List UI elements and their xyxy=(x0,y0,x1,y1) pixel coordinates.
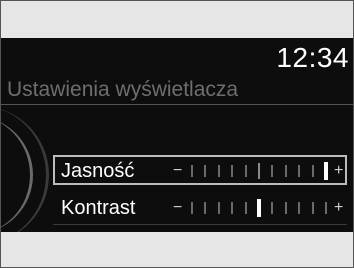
title-divider xyxy=(1,104,353,105)
slider-tick xyxy=(191,165,193,177)
slider-tick xyxy=(284,202,287,214)
decrease-button[interactable]: − xyxy=(173,159,182,183)
slider-tick xyxy=(311,165,314,177)
slider-tick xyxy=(217,165,220,177)
slider-tick xyxy=(284,165,287,177)
clock: 12:34 xyxy=(276,42,349,73)
slider-tick xyxy=(298,165,301,177)
slider-tick xyxy=(204,165,207,177)
slider-tick xyxy=(244,202,247,214)
brightness-slider[interactable] xyxy=(189,162,329,180)
slider-tick xyxy=(191,202,193,214)
increase-button[interactable]: + xyxy=(334,159,343,183)
slider-knob[interactable] xyxy=(257,199,261,217)
slider-knob[interactable] xyxy=(324,162,328,180)
slider-tick xyxy=(231,202,234,214)
setting-row-contrast[interactable]: Kontrast − + xyxy=(53,192,347,222)
slider-tick xyxy=(311,202,314,214)
slider-tick xyxy=(325,202,327,214)
slider-tick xyxy=(231,165,234,177)
decrease-button[interactable]: − xyxy=(173,196,182,220)
increase-button[interactable]: + xyxy=(334,196,343,220)
setting-label: Kontrast xyxy=(61,197,136,219)
display-screen: 12:34 Ustawienia wyświetlacza Jasność − … xyxy=(1,38,353,232)
setting-row-brightness[interactable]: Jasność − + xyxy=(53,155,347,185)
screen-title: Ustawienia wyświetlacza xyxy=(7,78,239,101)
slider-tick xyxy=(204,202,207,214)
row-divider xyxy=(53,224,347,225)
slider-tick xyxy=(271,202,274,214)
slider-tick xyxy=(298,202,301,214)
contrast-slider[interactable] xyxy=(189,199,329,217)
slider-tick xyxy=(217,202,220,214)
slider-tick xyxy=(244,165,247,177)
slider-tick xyxy=(258,163,260,179)
slider-tick xyxy=(271,165,274,177)
setting-label: Jasność xyxy=(61,160,135,182)
